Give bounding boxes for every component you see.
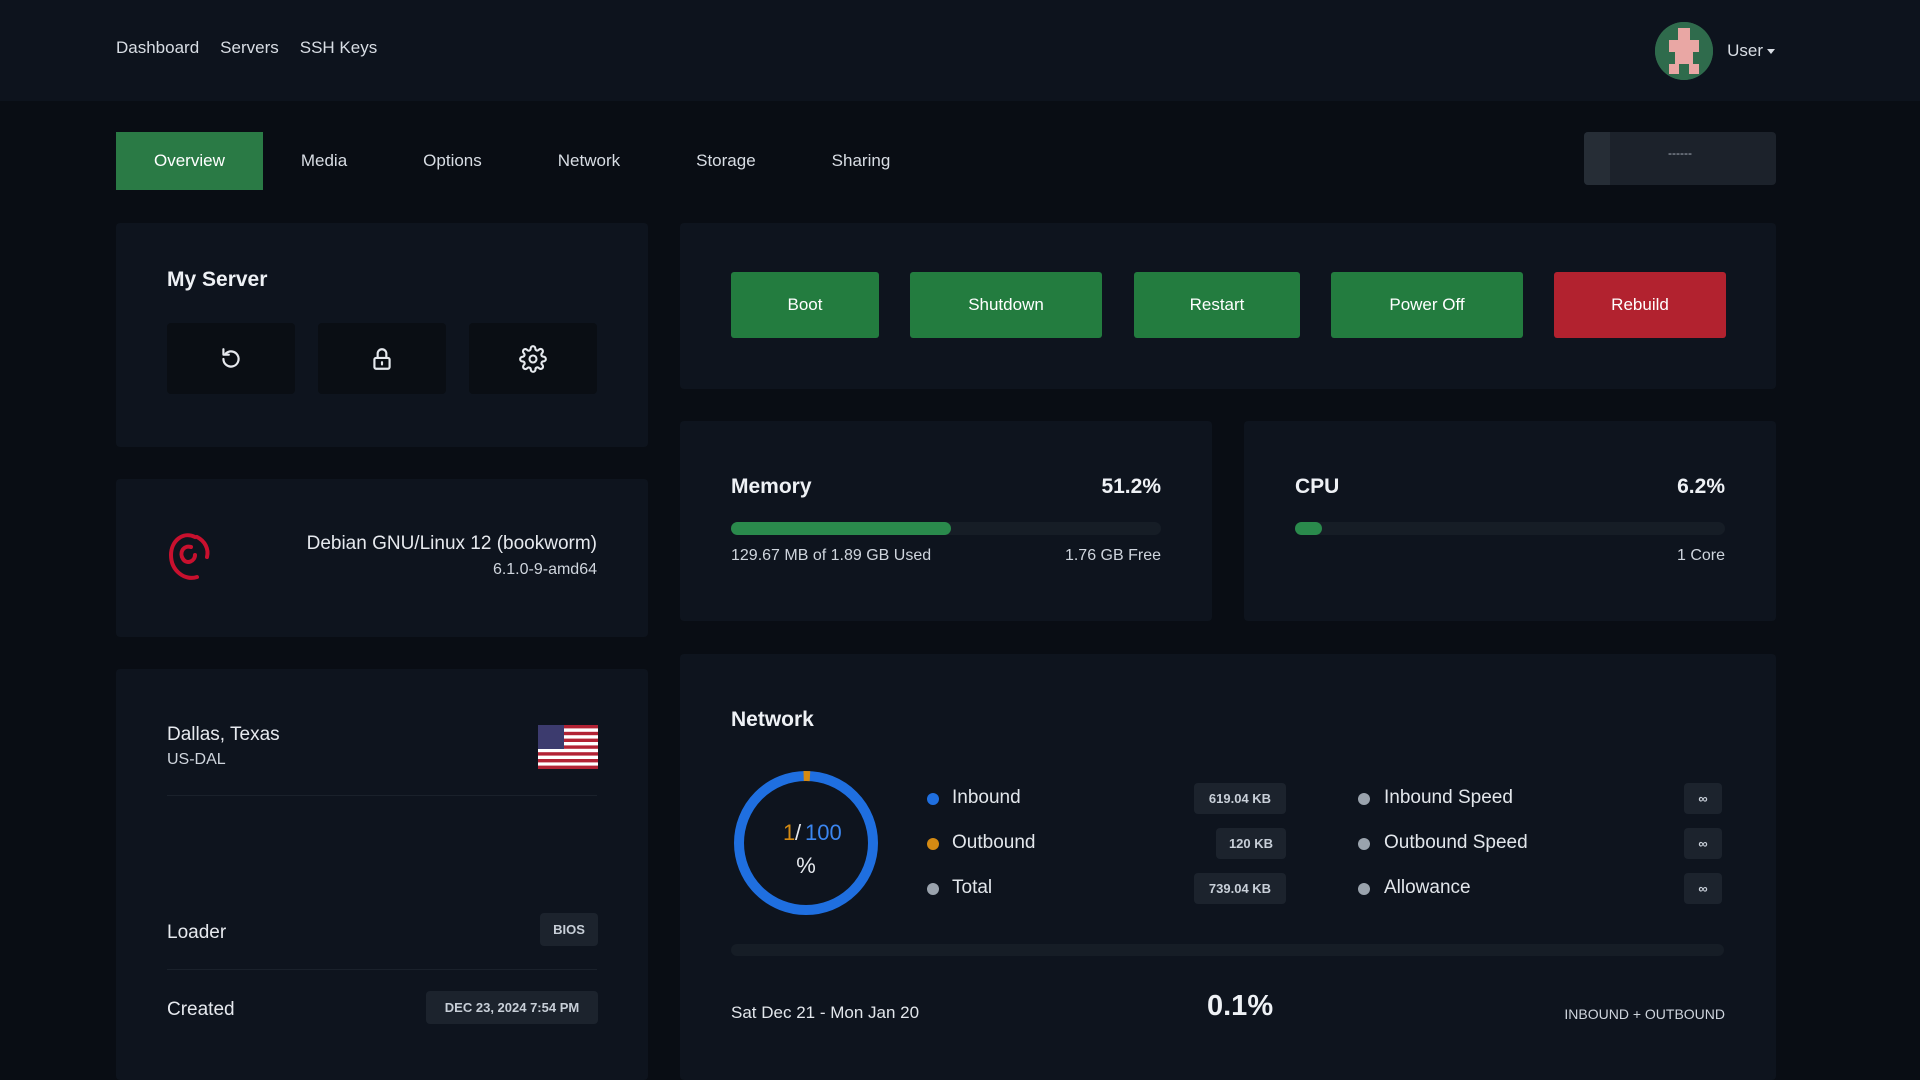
shutdown-button[interactable]: Shutdown [910, 272, 1102, 338]
top-bar: Dashboard Servers SSH Keys User [0, 0, 1920, 101]
debian-logo-icon [168, 533, 210, 580]
usage-caption: INBOUND + OUTBOUND [1564, 1006, 1725, 1022]
nav-link-dashboard[interactable]: Dashboard [116, 38, 199, 58]
donut-separator: / [795, 820, 802, 845]
inbound-speed-dot [1358, 793, 1370, 805]
memory-used: 129.67 MB of 1.89 GB Used [731, 547, 932, 564]
usage-percent: 0.1% [1207, 990, 1274, 1022]
lock-button[interactable] [318, 323, 446, 394]
donut-unit: % [796, 853, 816, 878]
chevron-down-icon [1767, 49, 1775, 55]
outbound-speed-value: ∞ [1684, 828, 1722, 859]
inbound-speed-label: Inbound Speed [1384, 787, 1513, 808]
top-nav: Dashboard Servers SSH Keys [116, 38, 377, 58]
cpu-card: CPU 6.2% 1 Core [1244, 421, 1776, 621]
network-usage-donut: 1 / 100 % [734, 771, 878, 915]
outbound-dot [927, 838, 939, 850]
outbound-speed-label: Outbound Speed [1384, 832, 1528, 853]
tab-storage[interactable]: Storage [658, 132, 794, 190]
loader-badge: BIOS [540, 913, 598, 946]
os-card: Debian GNU/Linux 12 (bookworm) 6.1.0-9-a… [116, 479, 648, 637]
created-badge: DEC 23, 2024 7:54 PM [426, 991, 598, 1024]
server-title: My Server [167, 268, 268, 291]
inbound-value: 619.04 KB [1194, 783, 1286, 814]
memory-free: 1.76 GB Free [1064, 547, 1161, 564]
cpu-percent: 6.2% [1677, 475, 1725, 498]
outbound-label: Outbound [952, 832, 1036, 853]
tab-overview[interactable]: Overview [116, 132, 263, 190]
nav-link-ssh-keys[interactable]: SSH Keys [300, 38, 377, 58]
network-card: Network 1 / 100 % Inbound 619.04 KB Outb… [680, 654, 1776, 1080]
tab-sharing[interactable]: Sharing [794, 132, 929, 190]
cpu-bar-fill [1295, 522, 1322, 535]
cpu-label: CPU [1295, 475, 1340, 498]
server-select-value: ------ [1668, 146, 1692, 160]
my-server-card: My Server [116, 223, 648, 447]
cpu-bar [1295, 522, 1725, 535]
tab-options[interactable]: Options [385, 132, 520, 190]
inbound-label: Inbound [952, 787, 1021, 808]
avatar [1655, 22, 1714, 80]
boot-button[interactable]: Boot [731, 272, 879, 338]
total-dot [927, 883, 939, 895]
loader-label: Loader [167, 922, 227, 943]
refresh-icon [222, 347, 240, 368]
outbound-value: 120 KB [1216, 828, 1286, 859]
memory-percent: 51.2% [1101, 475, 1161, 498]
network-usage-bar [731, 944, 1724, 956]
location-code: US-DAL [167, 751, 226, 768]
tab-network[interactable]: Network [520, 132, 658, 190]
memory-label: Memory [731, 475, 812, 498]
created-label: Created [167, 999, 235, 1020]
donut-used: 1 [783, 820, 795, 845]
divider [167, 795, 597, 796]
inbound-speed-value: ∞ [1684, 783, 1722, 814]
lock-icon [373, 347, 391, 370]
donut-total: 100 [805, 820, 842, 845]
total-value: 739.04 KB [1194, 873, 1286, 904]
power-off-button[interactable]: Power Off [1331, 272, 1523, 338]
usage-date-range: Sat Dec 21 - Mon Jan 20 [731, 1003, 920, 1022]
allowance-value: ∞ [1684, 873, 1722, 904]
us-flag-icon [538, 725, 598, 769]
allowance-dot [1358, 883, 1370, 895]
refresh-button[interactable] [167, 323, 295, 394]
network-title: Network [731, 708, 814, 731]
inbound-dot [927, 793, 939, 805]
user-label: User [1727, 41, 1775, 61]
restart-button[interactable]: Restart [1134, 272, 1300, 338]
os-kernel: 6.1.0-9-amd64 [492, 561, 597, 578]
memory-bar-fill [731, 522, 952, 535]
user-menu[interactable]: User [1655, 22, 1775, 80]
memory-bar [731, 522, 1161, 535]
divider [167, 969, 597, 970]
tab-media[interactable]: Media [263, 132, 385, 190]
os-name: Debian GNU/Linux 12 (bookworm) [306, 533, 597, 554]
nav-link-servers[interactable]: Servers [220, 38, 279, 58]
outbound-speed-dot [1358, 838, 1370, 850]
location-city: Dallas, Texas [167, 724, 280, 745]
total-label: Total [952, 877, 993, 898]
server-select[interactable]: ------ [1584, 132, 1776, 185]
rebuild-button[interactable]: Rebuild [1554, 272, 1726, 338]
gear-icon [519, 344, 547, 373]
tab-bar: Overview Media Options Network Storage S… [116, 132, 928, 190]
memory-card: Memory 51.2% 129.67 MB of 1.89 GB Used 1… [680, 421, 1212, 621]
settings-button[interactable] [469, 323, 597, 394]
cpu-cores: 1 Core [1676, 547, 1725, 564]
user-name: User [1727, 41, 1763, 60]
allowance-label: Allowance [1384, 877, 1471, 898]
location-card: Dallas, Texas US-DAL Loader BIOS Created… [116, 669, 648, 1080]
